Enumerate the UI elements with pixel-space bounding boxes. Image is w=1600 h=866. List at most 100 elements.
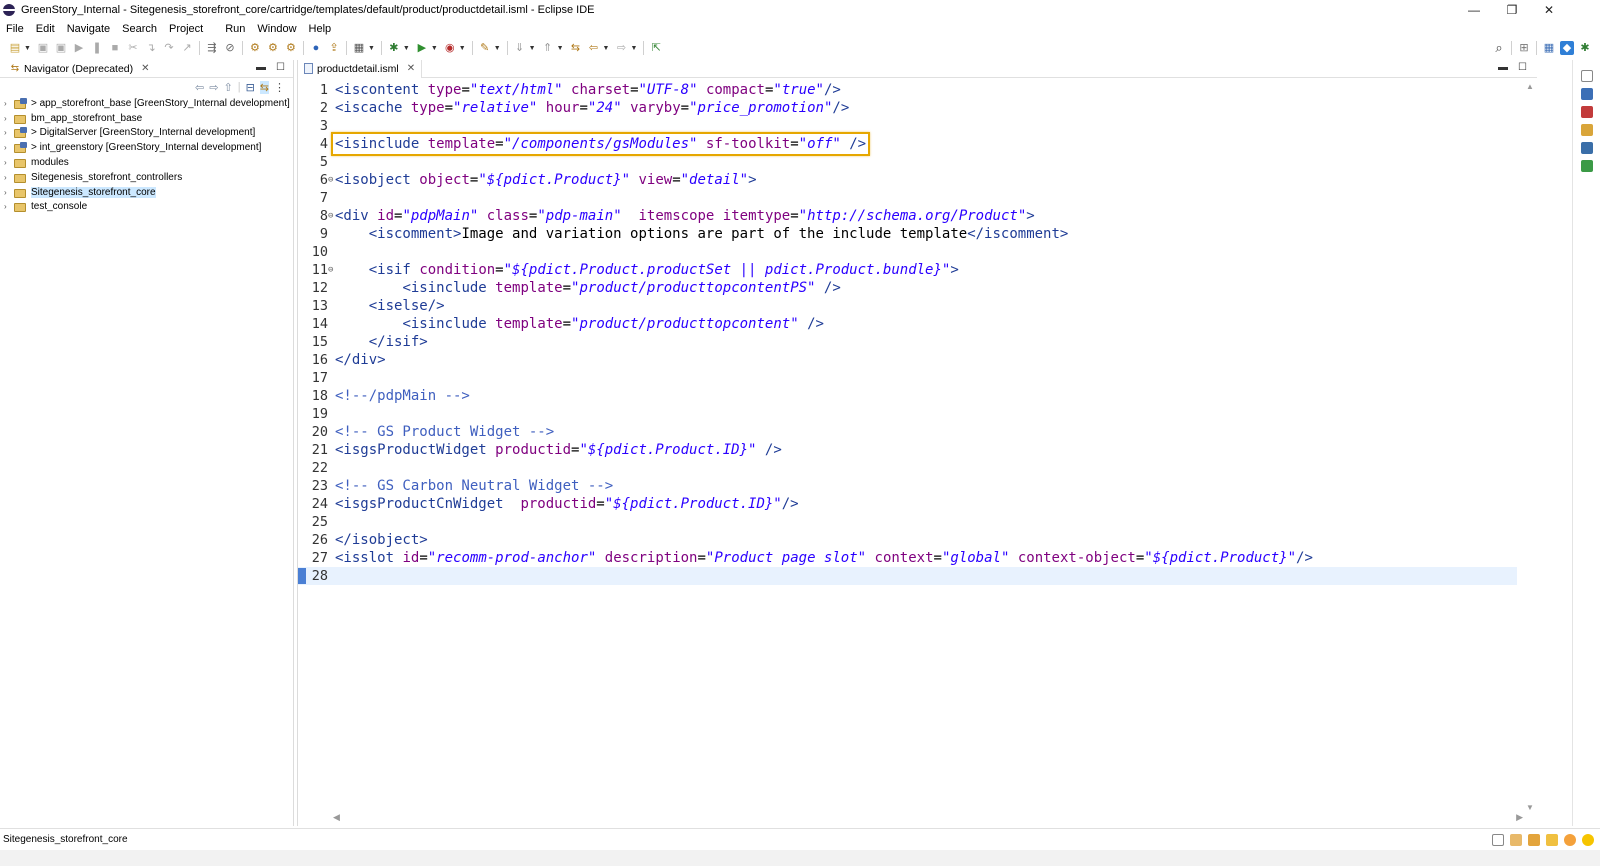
build-icon[interactable]: ⚙ [284, 41, 298, 55]
tree-item[interactable]: › bm_app_storefront_base [4, 111, 293, 126]
maximize-view-icon[interactable]: ☐ [276, 62, 285, 73]
debug-dropdown-icon[interactable]: ▼ [403, 45, 410, 52]
editor-tab[interactable]: productdetail.isml ✕ [298, 59, 423, 78]
vertical-scrollbar[interactable]: ▲ ▼ [1523, 82, 1537, 812]
new-dropdown-icon[interactable]: ▼ [24, 45, 31, 52]
run-dropdown-icon[interactable]: ▼ [431, 45, 438, 52]
close-button[interactable]: ✕ [1531, 0, 1567, 20]
code-line[interactable]: 19 [298, 405, 1517, 423]
menu-run[interactable]: Run [219, 23, 251, 35]
disconnect-icon[interactable]: ✂ [126, 41, 140, 55]
search-icon[interactable]: ⌕ [1492, 41, 1506, 55]
code-line[interactable]: 12 <isinclude template="product/productt… [298, 279, 1517, 297]
expand-icon[interactable]: › [4, 114, 14, 123]
upload-icon[interactable]: ⇪ [327, 41, 341, 55]
expand-icon[interactable]: › [4, 158, 14, 167]
close-icon[interactable]: ✕ [407, 63, 415, 74]
view-menu-icon[interactable]: ⋮ [274, 81, 285, 94]
restore-view-icon[interactable] [1580, 70, 1593, 82]
menu-edit[interactable]: Edit [30, 23, 61, 35]
resume-icon[interactable]: ▶ [72, 41, 86, 55]
menu-window[interactable]: Window [251, 23, 302, 35]
code-line[interactable]: 8 ⊖ <div id="pdpMain" class="pdp-main" ite… [298, 207, 1517, 225]
back-dropdown-icon[interactable]: ▼ [603, 45, 610, 52]
scroll-right-icon[interactable]: ▶ [1516, 812, 1523, 823]
code-line[interactable]: 2 <iscache type="relative" hour="24" vary… [298, 99, 1517, 117]
fold-toggle-icon[interactable]: ⊖ [328, 175, 335, 185]
menu-file[interactable]: File [0, 23, 30, 35]
scroll-left-icon[interactable]: ◀ [333, 812, 340, 823]
navigator-tab[interactable]: ⇆ Navigator (Deprecated) ✕ [0, 60, 156, 78]
code-line[interactable]: 24 <isgsProductCnWidget productid="${pdic… [298, 495, 1517, 513]
next-annotation-icon[interactable]: ⇓ [513, 41, 527, 55]
grid-dropdown-icon[interactable]: ▼ [368, 45, 375, 52]
link-with-editor-icon[interactable]: ⇆ [259, 80, 269, 94]
pen-dropdown-icon[interactable]: ▼ [494, 45, 501, 52]
code-line[interactable]: 11 ⊖ <isif condition="${pdict.Product.pro… [298, 261, 1517, 279]
expand-icon[interactable]: › [4, 173, 14, 182]
expand-icon[interactable]: › [4, 143, 14, 152]
expand-icon[interactable]: › [4, 202, 14, 211]
notifications-icon[interactable] [1510, 833, 1522, 846]
problems-icon[interactable] [1580, 106, 1593, 118]
debug-perspective-icon[interactable]: ✱ [1578, 41, 1592, 55]
tree-item[interactable]: › > DigitalServer [GreenStory_Internal de… [4, 126, 293, 141]
minimize-button[interactable]: — [1456, 0, 1492, 20]
maximize-view-icon[interactable]: ☐ [1518, 62, 1527, 73]
scroll-up-icon[interactable]: ▲ [1526, 82, 1534, 91]
expand-icon[interactable]: › [4, 99, 14, 108]
lightbulb-icon[interactable] [1582, 833, 1594, 846]
forward-dropdown-icon[interactable]: ▼ [630, 45, 637, 52]
tree-item[interactable]: › > int_greenstory [GreenStory_Internal d… [4, 140, 293, 155]
deploy-icon[interactable] [1528, 833, 1540, 846]
code-line[interactable]: 17 [298, 369, 1517, 387]
heap-icon[interactable] [1492, 833, 1504, 846]
code-line[interactable]: 26 </isobject> [298, 531, 1517, 549]
collapse-all-icon[interactable]: ⊟ [246, 81, 255, 94]
external-tools-dropdown-icon[interactable]: ▼ [459, 45, 466, 52]
tree-item[interactable]: › test_console [4, 200, 293, 215]
grid-icon[interactable]: ▦ [352, 41, 366, 55]
progress-icon[interactable] [1580, 160, 1593, 172]
console-icon[interactable] [1580, 142, 1593, 154]
minimize-view-icon[interactable]: ▬ [256, 62, 266, 73]
code-line[interactable]: 10 [298, 243, 1517, 261]
code-line[interactable]: 23 <!-- GS Carbon Neutral Widget --> [298, 477, 1517, 495]
external-tools-icon[interactable]: ◉ [443, 41, 457, 55]
perspective-icon[interactable]: ▦ [1542, 41, 1556, 55]
step-into-icon[interactable]: ↴ [144, 41, 158, 55]
skip-breakpoints-icon[interactable]: ⊘ [223, 41, 237, 55]
code-line[interactable]: 21 <isgsProductWidget productid="${pdict.… [298, 441, 1517, 459]
expand-icon[interactable]: › [4, 128, 14, 137]
server-icon[interactable]: ● [309, 41, 323, 55]
code-line[interactable]: 16 </div> [298, 351, 1517, 369]
code-line[interactable]: 18 <!--/pdpMain --> [298, 387, 1517, 405]
close-icon[interactable]: ✕ [141, 63, 149, 74]
horizontal-scrollbar[interactable]: ◀ ▶ [333, 812, 1523, 822]
next-annotation-dropdown-icon[interactable]: ▼ [529, 45, 536, 52]
minimize-view-icon[interactable]: ▬ [1498, 62, 1508, 73]
code-line[interactable]: 13 <iselse/> [298, 297, 1517, 315]
code-line[interactable]: 14 <isinclude template="product/productt… [298, 315, 1517, 333]
tree-item[interactable]: › modules [4, 155, 293, 170]
code-line[interactable]: 22 [298, 459, 1517, 477]
tree-item[interactable]: › > app_storefront_base [GreenStory_Inter… [4, 96, 293, 111]
fold-toggle-icon[interactable]: ⊖ [328, 265, 335, 275]
status-indicator-icon[interactable] [1564, 833, 1576, 846]
forward-icon[interactable]: ⇨ [614, 41, 628, 55]
menu-search[interactable]: Search [116, 23, 163, 35]
scroll-down-icon[interactable]: ▼ [1526, 803, 1534, 812]
new-icon[interactable]: ▤ [8, 41, 22, 55]
code-line[interactable]: 28 [298, 567, 1517, 585]
debug-icon[interactable]: ✱ [387, 41, 401, 55]
expand-icon[interactable]: › [4, 188, 14, 197]
run-icon[interactable]: ▶ [415, 41, 429, 55]
save-icon[interactable]: ▣ [36, 41, 50, 55]
prev-annotation-icon[interactable]: ⇑ [541, 41, 555, 55]
restore-button[interactable]: ❐ [1494, 0, 1530, 20]
tree-item-selected[interactable]: › Sitegenesis_storefront_core [4, 185, 293, 200]
code-editor[interactable]: 1 <iscontent type="text/html" charset="UT… [298, 81, 1536, 801]
open-type-icon[interactable]: ⚙ [248, 41, 262, 55]
code-line[interactable]: 27 <isslot id="recomm-prod-anchor" descri… [298, 549, 1517, 567]
terminate-icon[interactable]: ■ [108, 41, 122, 55]
